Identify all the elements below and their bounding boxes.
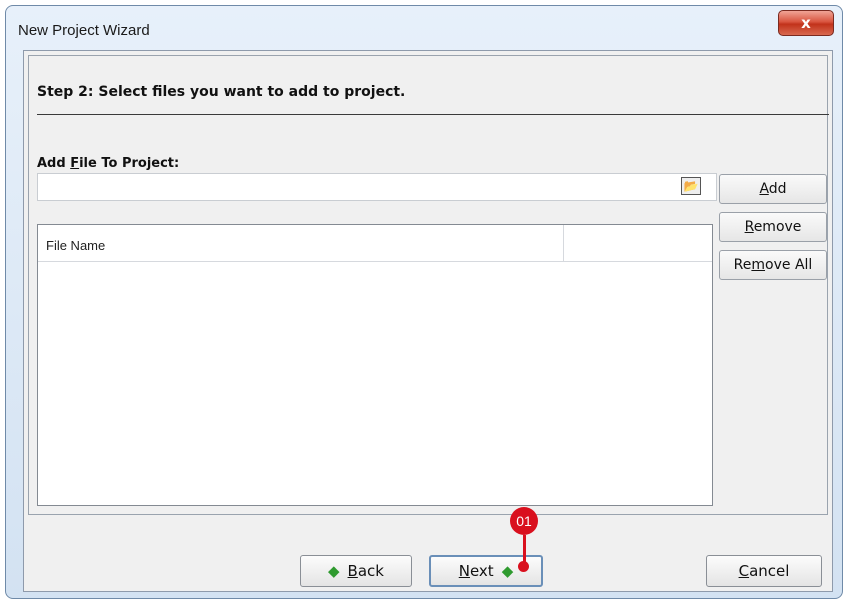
step-panel: Step 2: Select files you want to add to …: [28, 55, 829, 515]
back-label: Back: [347, 562, 384, 580]
next-label: Next: [458, 562, 494, 580]
cancel-button[interactable]: Cancel: [706, 555, 822, 587]
remove-all-button[interactable]: Remove All: [719, 250, 827, 280]
browse-button[interactable]: 📂: [681, 177, 701, 195]
folder-open-icon: 📂: [683, 179, 699, 193]
wizard-client-area: Step 2: Select files you want to add to …: [23, 50, 833, 592]
window-title: New Project Wizard: [18, 22, 150, 39]
file-path-input[interactable]: [37, 173, 717, 201]
cancel-label: Cancel: [738, 562, 790, 580]
arrow-left-icon: ◆: [328, 562, 340, 580]
file-list[interactable]: File Name: [37, 224, 713, 506]
add-button[interactable]: Add: [719, 174, 827, 204]
heading-divider: [37, 114, 829, 115]
callout-dot: [518, 561, 529, 572]
callout-badge: 01: [510, 507, 538, 535]
arrow-right-icon: ◆: [501, 562, 514, 580]
close-icon: x: [801, 14, 811, 32]
wizard-window: New Project Wizard x Step 2: Select file…: [5, 5, 843, 599]
column-header-file-name[interactable]: File Name: [38, 225, 564, 261]
remove-button[interactable]: Remove: [719, 212, 827, 242]
add-file-label: Add File To Project:: [37, 156, 180, 171]
back-button[interactable]: ◆ Back: [300, 555, 412, 587]
step-heading: Step 2: Select files you want to add to …: [37, 84, 406, 100]
close-button[interactable]: x: [778, 10, 834, 36]
file-list-header: File Name: [38, 225, 712, 262]
